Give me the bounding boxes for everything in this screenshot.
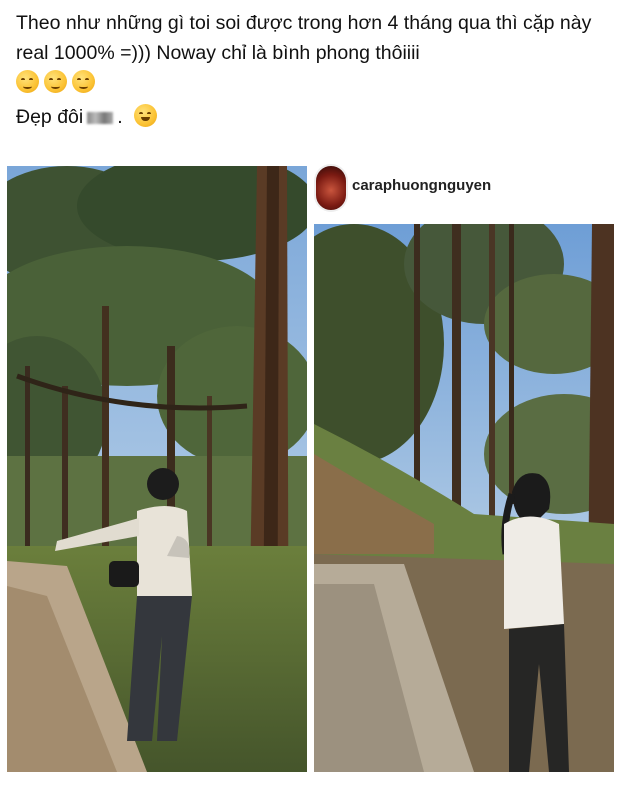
post-caption: Theo như những gì toi soi được trong hơn… bbox=[16, 8, 612, 132]
caption-text: Theo như những gì toi soi được trong hơn… bbox=[16, 12, 592, 64]
relieved-face-emoji-icon bbox=[16, 70, 39, 93]
instagram-header: caraphuongnguyen bbox=[314, 160, 614, 222]
caption-line-1: Theo như những gì toi soi được trong hơn… bbox=[16, 8, 612, 98]
relieved-face-emoji-icon bbox=[44, 70, 67, 93]
avatar[interactable] bbox=[314, 164, 348, 212]
instagram-username[interactable]: caraphuongnguyen bbox=[352, 177, 491, 194]
blurred-name bbox=[87, 111, 114, 124]
relieved-face-emoji-icon bbox=[72, 70, 95, 93]
right-photo[interactable] bbox=[314, 224, 614, 772]
left-photo[interactable] bbox=[7, 166, 307, 772]
caption-line-2: Đẹp đôi. bbox=[16, 102, 612, 132]
caption-prefix: Đẹp đôi bbox=[16, 106, 84, 128]
grinning-squinting-face-emoji-icon bbox=[134, 104, 158, 127]
caption-suffix: . bbox=[117, 106, 123, 128]
